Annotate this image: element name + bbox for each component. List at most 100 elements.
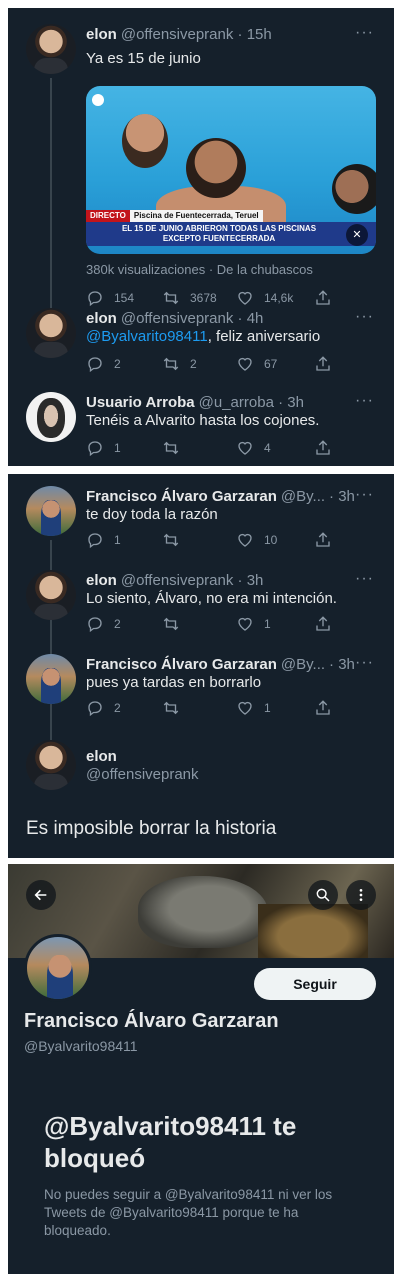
author-name: elon: [86, 747, 117, 765]
tweet[interactable]: elon @offensiveprank · 4h ··· @Byalvarit…: [8, 308, 394, 378]
chyron-line: EL 15 DE JUNIO ABRIERON TODAS LAS PISCIN…: [121, 224, 317, 233]
share-button[interactable]: [314, 438, 342, 458]
author-handle: @offensiveprank · 3h: [120, 571, 264, 589]
more-icon[interactable]: ···: [355, 654, 374, 672]
avatar[interactable]: [26, 392, 76, 442]
author-handle: @offensiveprank: [86, 766, 199, 783]
like-button[interactable]: 1: [236, 614, 271, 634]
like-button[interactable]: 1: [236, 698, 271, 718]
thread-panel-1: elon @offensiveprank · 15h ··· Ya es 15 …: [8, 8, 394, 466]
tweet-time: · 3h: [329, 655, 355, 673]
author-name[interactable]: Usuario Arroba: [86, 394, 195, 411]
share-button[interactable]: [314, 288, 342, 308]
tweet-actions: 2 2 67: [86, 354, 346, 374]
reply-button[interactable]: 2: [86, 614, 121, 634]
mute-icon[interactable]: ✕: [346, 224, 368, 246]
retweet-button[interactable]: [162, 698, 190, 718]
tweet-header: Francisco Álvaro Garzaran @By... · 3h: [86, 486, 376, 506]
tweet-actions: 2 1: [86, 698, 346, 718]
reply-button[interactable]: 154: [86, 288, 134, 308]
author-handle: @By...: [280, 655, 326, 673]
tweet-text-body: , feliz aniversario: [207, 328, 321, 345]
author-name[interactable]: elon: [86, 310, 117, 327]
reply-composer[interactable]: elon @offensiveprank Es imposible borrar…: [8, 740, 394, 850]
tweet-header: elon @offensiveprank · 15h: [86, 24, 376, 44]
reply-icon: [88, 617, 102, 633]
like-count: 67: [264, 357, 278, 371]
avatar[interactable]: [26, 486, 76, 536]
like-button[interactable]: 10: [236, 530, 277, 550]
composer-author: elon: [86, 746, 376, 766]
view-count: 380k visualizaciones · De la chubascos: [86, 262, 313, 277]
more-icon[interactable]: ···: [355, 24, 374, 42]
retweet-button[interactable]: 2: [162, 354, 197, 374]
avatar[interactable]: [26, 24, 76, 74]
more-vertical-icon[interactable]: [346, 880, 376, 910]
share-icon: [316, 290, 330, 305]
avatar[interactable]: [26, 308, 76, 358]
tweet[interactable]: elon @offensiveprank · 15h ··· Ya es 15 …: [8, 24, 394, 307]
reply-count: 2: [114, 617, 121, 631]
author-name[interactable]: elon: [86, 572, 117, 589]
more-icon[interactable]: ···: [355, 308, 374, 326]
share-button[interactable]: [314, 614, 342, 634]
like-button[interactable]: 14,6k: [236, 288, 293, 308]
tweet-actions: 2 1: [86, 614, 346, 634]
retweet-count: 3678: [190, 291, 217, 305]
share-button[interactable]: [314, 530, 342, 550]
author-handle: @By...: [280, 487, 326, 505]
profile-avatar[interactable]: [24, 934, 92, 1002]
tweet-header: Usuario Arroba @u_arroba · 3h: [86, 392, 376, 412]
more-icon[interactable]: ···: [355, 392, 374, 410]
back-arrow-icon[interactable]: [26, 880, 56, 910]
share-icon: [316, 440, 330, 455]
more-icon[interactable]: ···: [355, 570, 374, 588]
like-button[interactable]: 4: [236, 438, 271, 458]
reply-icon: [88, 291, 102, 307]
like-icon: [238, 617, 252, 631]
profile-panel: Seguir Francisco Álvaro Garzaran @Byalva…: [8, 864, 394, 1274]
retweet-icon: [163, 441, 179, 455]
avatar[interactable]: [26, 654, 76, 704]
like-icon: [238, 291, 252, 305]
follow-button[interactable]: Seguir: [254, 968, 376, 1000]
author-name[interactable]: elon: [86, 26, 117, 43]
tweet-video[interactable]: DIRECTO Piscina de Fuentecerrada, Teruel…: [86, 86, 376, 254]
reply-button[interactable]: 2: [86, 354, 121, 374]
retweet-icon: [163, 357, 179, 371]
author-handle: @u_arroba · 3h: [198, 393, 304, 411]
reply-button[interactable]: 1: [86, 530, 121, 550]
share-button[interactable]: [314, 698, 342, 718]
tweet[interactable]: Francisco Álvaro Garzaran @By... · 3h ··…: [8, 654, 394, 726]
channel-logo-icon: [92, 94, 104, 106]
mention-link[interactable]: @Byalvarito98411: [86, 328, 208, 345]
reply-button[interactable]: 2: [86, 698, 121, 718]
retweet-button[interactable]: [162, 614, 190, 634]
blocked-description: No puedes seguir a @Byalvarito98411 ni v…: [44, 1187, 333, 1238]
share-icon: [316, 356, 330, 371]
tweet-text: Lo siento, Álvaro, no era mi intención.: [86, 590, 337, 607]
like-count: 1: [264, 617, 271, 631]
share-icon: [316, 700, 330, 715]
like-icon: [238, 533, 252, 547]
retweet-button[interactable]: [162, 438, 190, 458]
retweet-icon: [163, 701, 179, 715]
author-name[interactable]: Francisco Álvaro Garzaran: [86, 656, 277, 673]
search-icon[interactable]: [308, 880, 338, 910]
avatar[interactable]: [26, 570, 76, 620]
like-button[interactable]: 67: [236, 354, 277, 374]
retweet-icon: [163, 291, 179, 305]
more-icon[interactable]: ···: [355, 486, 374, 504]
retweet-button[interactable]: 3678: [162, 288, 217, 308]
composer-text[interactable]: Es imposible borrar la historia: [26, 818, 276, 840]
reply-button[interactable]: 1: [86, 438, 121, 458]
tweet[interactable]: Usuario Arroba @u_arroba · 3h ··· Tenéis…: [8, 392, 394, 462]
tweet[interactable]: elon @offensiveprank · 3h ··· Lo siento,…: [8, 570, 394, 642]
tweet-text: Tenéis a Alvarito hasta los cojones.: [86, 412, 320, 429]
share-button[interactable]: [314, 354, 342, 374]
tweet[interactable]: Francisco Álvaro Garzaran @By... · 3h ··…: [8, 486, 394, 558]
profile-name: Francisco Álvaro Garzaran: [24, 1010, 279, 1032]
retweet-button[interactable]: [162, 530, 190, 550]
author-name[interactable]: Francisco Álvaro Garzaran: [86, 488, 277, 505]
tweet-header: elon @offensiveprank · 3h: [86, 570, 376, 590]
